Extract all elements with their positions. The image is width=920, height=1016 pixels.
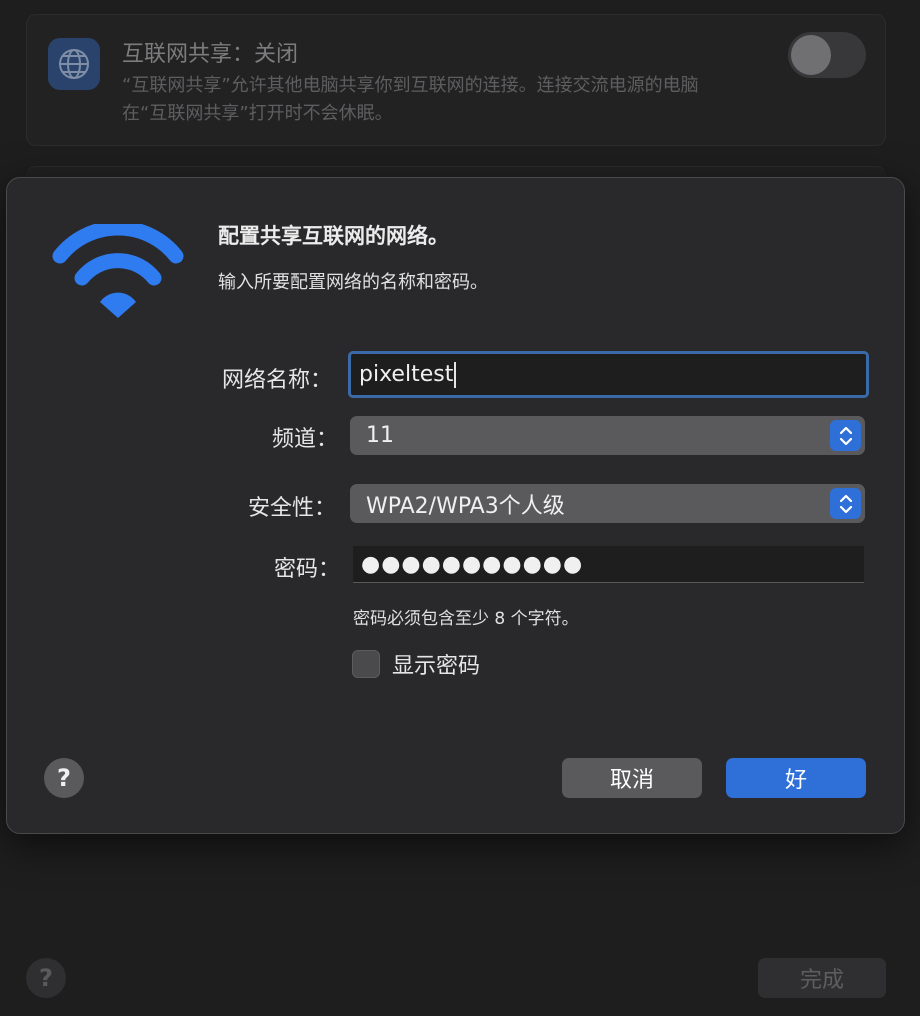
- dialog-title: 配置共享互联网的网络。: [218, 224, 449, 248]
- internet-sharing-toggle[interactable]: [788, 32, 866, 78]
- show-password-checkbox[interactable]: [352, 650, 380, 678]
- ok-button[interactable]: 好: [726, 758, 866, 798]
- help-button[interactable]: ?: [44, 758, 84, 798]
- text-caret: [454, 361, 457, 388]
- toggle-knob: [791, 35, 831, 75]
- show-password-label: 显示密码: [392, 654, 481, 679]
- security-select[interactable]: WPA2/WPA3个人级: [350, 484, 865, 523]
- globe-icon: [48, 38, 100, 90]
- security-label: 安全性：: [248, 496, 337, 521]
- network-name-field[interactable]: pixeltest: [348, 351, 869, 398]
- password-hint: 密码必须包含至少 8 个字符。: [353, 609, 579, 629]
- security-value: WPA2/WPA3个人级: [366, 493, 565, 519]
- cancel-button[interactable]: 取消: [562, 758, 702, 798]
- password-field[interactable]: ●●●●●●●●●●●: [353, 546, 864, 583]
- network-name-label: 网络名称：: [222, 368, 333, 393]
- network-name-value: pixeltest: [359, 362, 454, 387]
- internet-sharing-title: 互联网共享：关闭: [122, 42, 299, 67]
- show-password-option[interactable]: 显示密码: [352, 648, 480, 680]
- channel-value: 11: [366, 423, 394, 448]
- internet-sharing-description: “互联网共享”允许其他电脑共享你到互联网的连接。连接交流电源的电脑在“互联网共享…: [122, 75, 699, 124]
- password-label: 密码：: [274, 557, 341, 582]
- password-value: ●●●●●●●●●●●: [361, 551, 584, 577]
- done-button[interactable]: 完成: [758, 958, 886, 998]
- up-down-chevron-icon: [830, 420, 861, 451]
- channel-label: 频道：: [272, 427, 339, 452]
- wifi-icon: [52, 220, 184, 320]
- up-down-chevron-icon: [830, 488, 861, 519]
- channel-select[interactable]: 11: [350, 416, 865, 455]
- dialog-subtitle: 输入所要配置网络的名称和密码。: [218, 272, 488, 293]
- background-help-button[interactable]: ?: [26, 958, 66, 998]
